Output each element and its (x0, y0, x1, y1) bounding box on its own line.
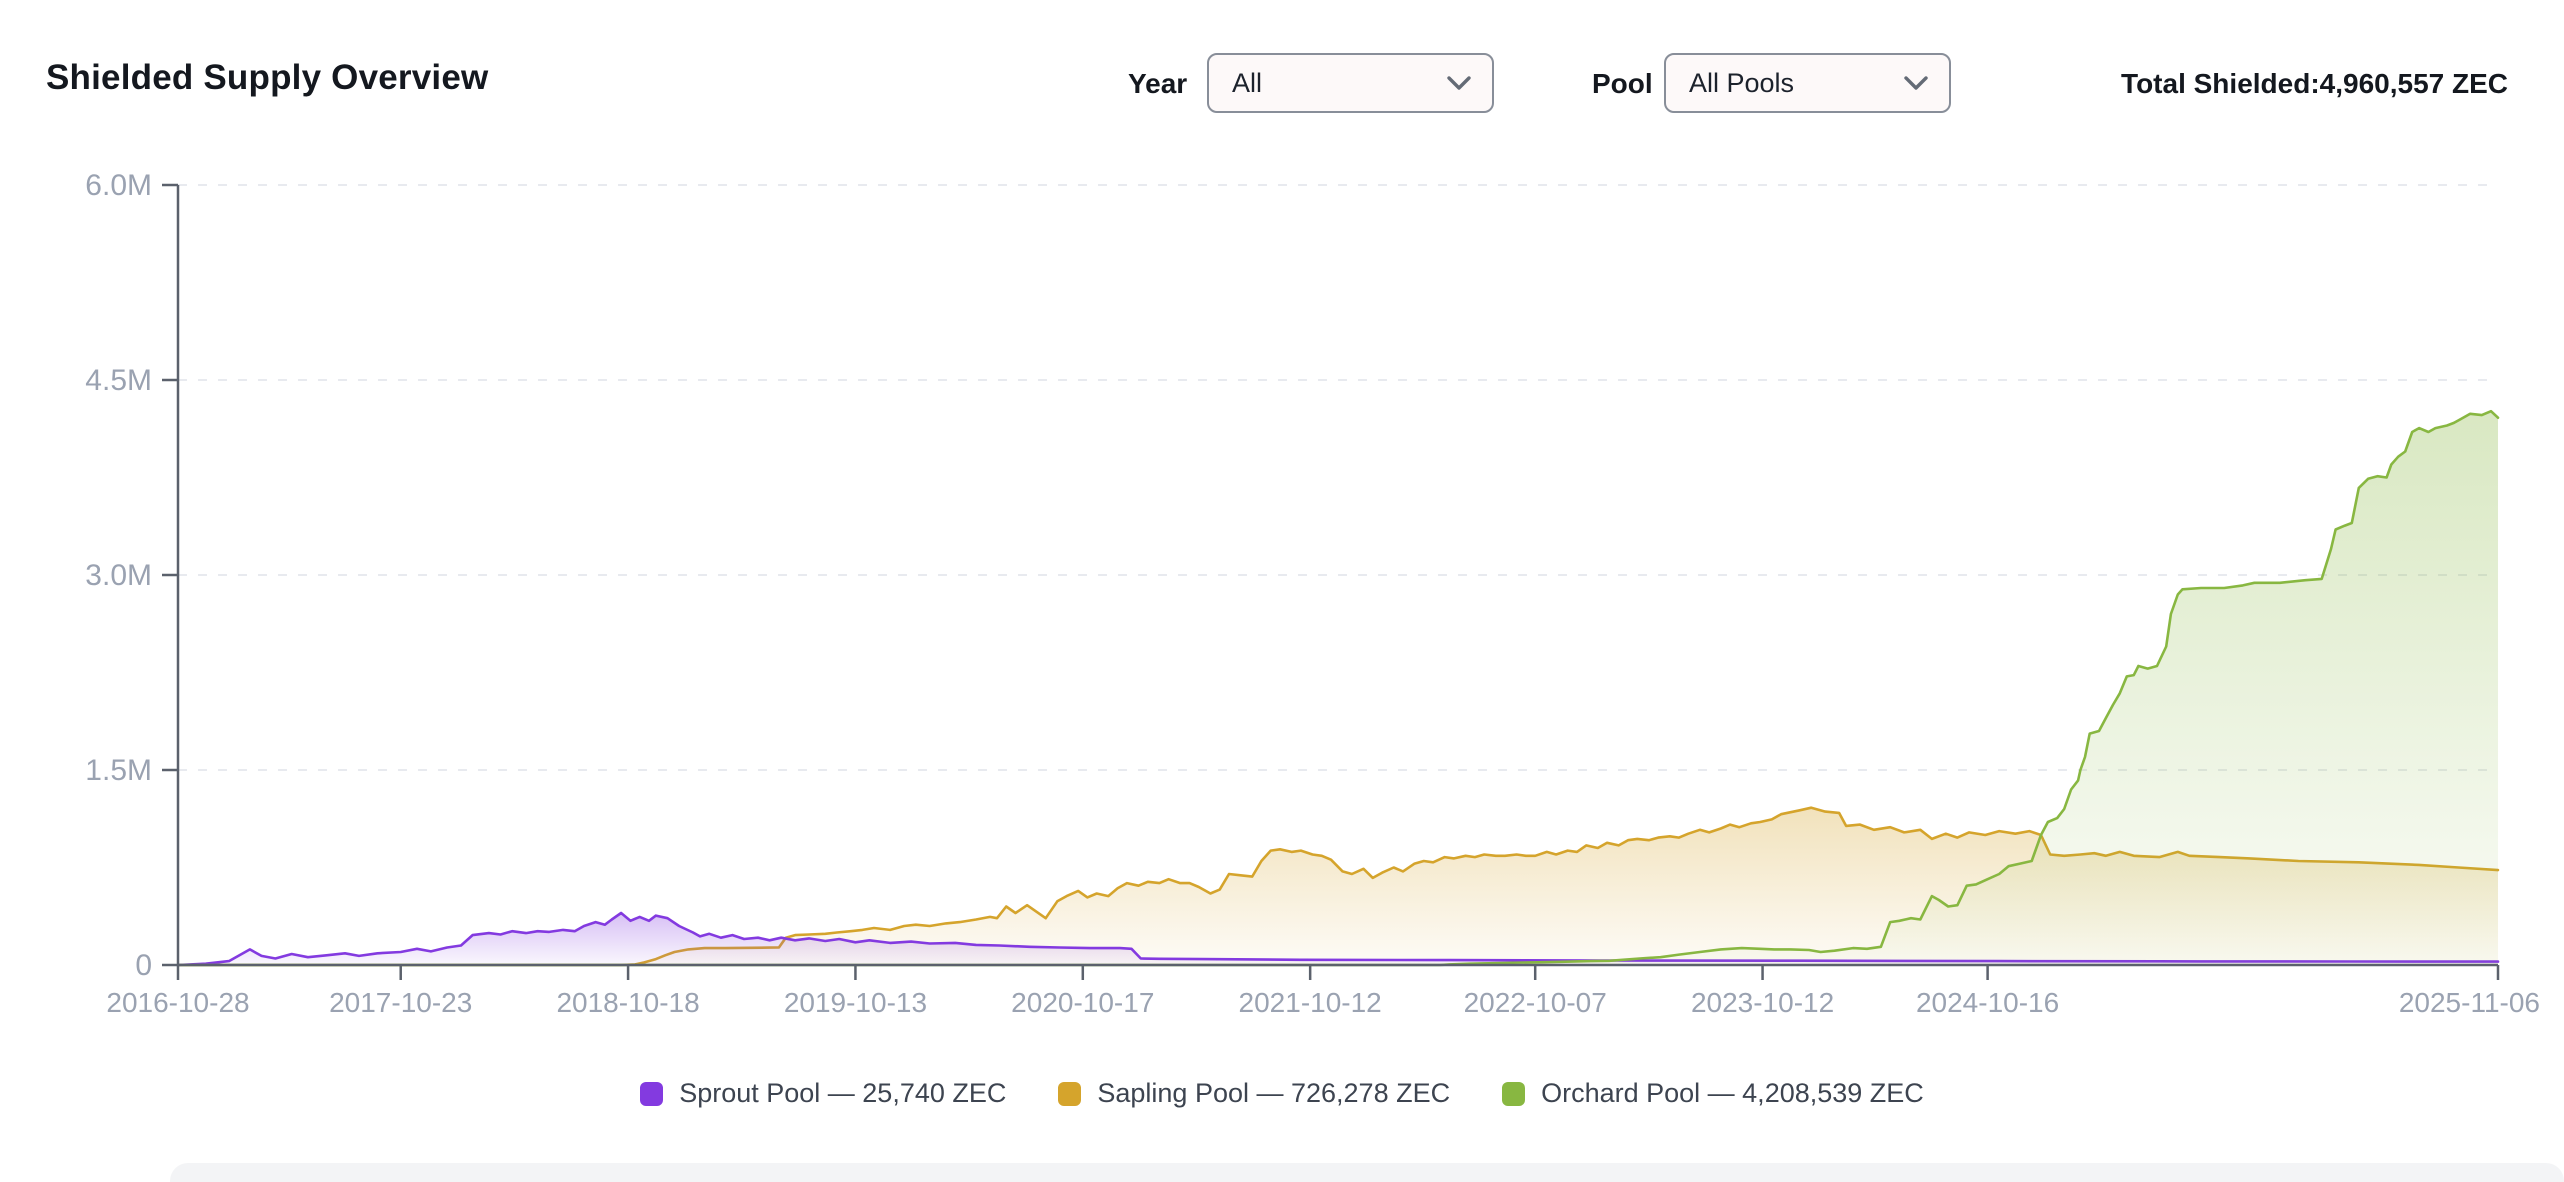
legend-swatch-sapling-pool (1058, 1082, 1081, 1106)
y-tick-label: 4.5M (85, 364, 152, 397)
x-tick-label: 2021-10-12 (1239, 987, 1382, 1018)
y-tick-label: 6.0M (85, 169, 152, 202)
shielded-supply-card: Shielded Supply Overview Year All Pool A… (0, 0, 2564, 1182)
legend-item-orchard-pool[interactable]: Orchard Pool — 4,208,539 ZEC (1502, 1078, 1924, 1109)
y-tick-label: 0 (135, 949, 152, 982)
x-tick-label: 2018-10-18 (556, 987, 699, 1018)
x-tick-label: 2017-10-23 (329, 987, 472, 1018)
legend-swatch-sprout-pool (640, 1082, 663, 1106)
next-section-top (170, 1163, 2564, 1182)
supply-area-chart[interactable]: 0 1.5M 3.0M 4.5M 6.0M 2016-10-28 2017-10-23 201… (0, 0, 2564, 1182)
legend-swatch-orchard-pool (1502, 1082, 1525, 1106)
x-tick-label: 2019-10-13 (784, 987, 927, 1018)
x-tick-label: 2020-10-17 (1011, 987, 1154, 1018)
x-tick-label: 2023-10-12 (1691, 987, 1834, 1018)
legend-label-sprout-pool: Sprout Pool — 25,740 ZEC (679, 1078, 1006, 1109)
x-tick-label: 2022-10-07 (1464, 987, 1607, 1018)
x-tick-label: 2016-10-28 (106, 987, 249, 1018)
x-tick-label: 2025-11-06 (2399, 987, 2540, 1018)
legend-item-sapling-pool[interactable]: Sapling Pool — 726,278 ZEC (1058, 1078, 1450, 1109)
x-tick-label: 2024-10-16 (1916, 987, 2059, 1018)
legend-label-orchard-pool: Orchard Pool — 4,208,539 ZEC (1541, 1078, 1924, 1109)
y-tick-label: 1.5M (85, 754, 152, 787)
legend-label-sapling-pool: Sapling Pool — 726,278 ZEC (1097, 1078, 1450, 1109)
y-tick-label: 3.0M (85, 559, 152, 592)
chart-legend: Sprout Pool — 25,740 ZEC Sapling Pool — 7… (0, 1078, 2564, 1109)
legend-item-sprout-pool[interactable]: Sprout Pool — 25,740 ZEC (640, 1078, 1006, 1109)
